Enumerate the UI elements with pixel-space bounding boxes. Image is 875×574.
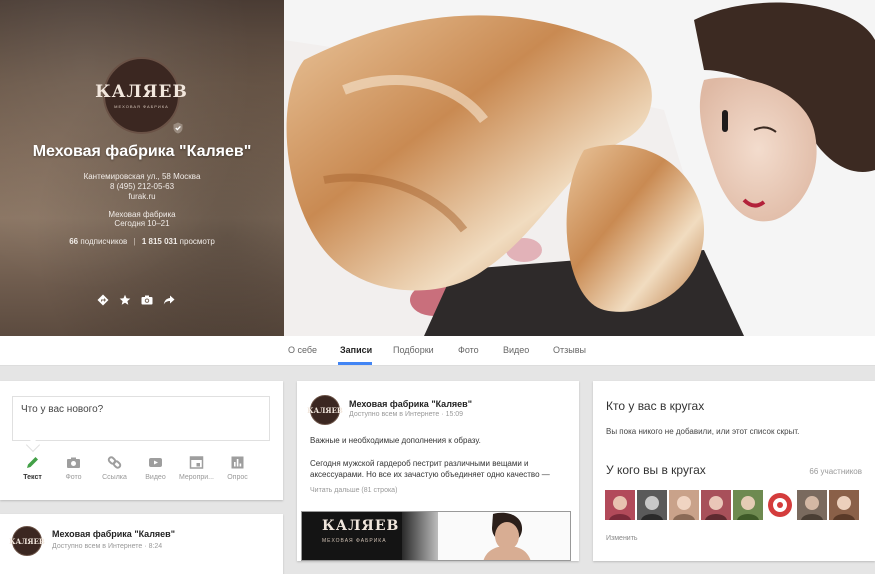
post-card: КАЛЯЕВ Меховая фабрика "Каляев" Доступно… — [0, 514, 283, 574]
avatar-text: КАЛЯЕВ — [9, 536, 45, 546]
avatar[interactable] — [605, 490, 635, 520]
post-image-photo — [438, 512, 570, 560]
profile-hours: Сегодня 10–21 — [114, 219, 170, 228]
pencil-icon — [27, 457, 38, 468]
tool-link[interactable]: Ссылка — [94, 455, 135, 481]
tool-event-label: Меропри... — [178, 474, 215, 481]
views-count: 1 815 031 — [141, 237, 178, 246]
views-label: просмотр — [179, 237, 215, 246]
post-image[interactable]: КАЛЯЕВ МЕХОВАЯ ФАБРИКА — [301, 511, 571, 561]
profile-logo[interactable]: КАЛЯЕВ МЕХОВАЯ ФАБРИКА — [95, 57, 187, 134]
post-image-person — [483, 512, 531, 560]
post-paragraph: Важные и необходимые дополнения к образу… — [310, 436, 481, 445]
composer-tools: Текст Фото Ссылка Видео Меропри... Опрос — [12, 455, 258, 481]
verified-icon — [173, 122, 183, 134]
post-avatar[interactable]: КАЛЯЕВ — [307, 395, 343, 425]
poll-icon — [231, 456, 244, 469]
post-dot: · — [441, 411, 444, 418]
post-image-logo-panel: КАЛЯЕВ МЕХОВАЯ ФАБРИКА — [302, 512, 438, 560]
in-circles-text: Вы пока никого не добавили, или этот спи… — [606, 427, 800, 436]
in-circles-title: Кто у вас в кругах — [606, 399, 705, 413]
followers-count[interactable]: 66 — [69, 237, 78, 246]
tab-photos[interactable]: Фото — [458, 345, 479, 355]
profile-tabs: О себе Записи Подборки Фото Видео Отзывы — [0, 336, 875, 366]
tool-text-label: Текст — [23, 474, 42, 481]
profile-stats: 66 подписчиков | 1 815 031 просмотр — [0, 237, 284, 246]
tool-link-label: Ссылка — [102, 474, 127, 481]
post-image-logo: КАЛЯЕВ — [322, 518, 400, 534]
camera-icon — [67, 457, 80, 468]
profile-pane: КАЛЯЕВ МЕХОВАЯ ФАБРИКА Меховая фабрика "… — [0, 0, 284, 336]
followers-label[interactable]: подписчиков — [80, 237, 127, 246]
share-icon[interactable] — [163, 293, 175, 305]
avatar[interactable] — [701, 490, 731, 520]
link-icon — [107, 456, 122, 469]
active-tab-indicator — [338, 362, 372, 365]
tool-video[interactable]: Видео — [135, 455, 176, 481]
profile-actions — [97, 293, 175, 306]
circle-faces — [605, 490, 859, 520]
have-you-count[interactable]: 66 участников — [809, 467, 862, 476]
tool-video-label: Видео — [145, 474, 166, 481]
post-composer: Что у вас нового? Текст Фото Ссылка Виде… — [0, 381, 283, 500]
post-meta: Доступно всем в Интернете · 15:09 — [349, 411, 463, 418]
tab-about[interactable]: О себе — [288, 345, 317, 355]
profile-website[interactable]: furak.ru — [0, 192, 284, 202]
post-author[interactable]: Меховая фабрика "Каляев" — [349, 399, 472, 409]
tool-text[interactable]: Текст — [12, 455, 53, 481]
post-card: КАЛЯЕВ Меховая фабрика "Каляев" Доступно… — [297, 381, 579, 561]
avatar[interactable] — [765, 490, 795, 520]
cover: КАЛЯЕВ МЕХОВАЯ ФАБРИКА Меховая фабрика "… — [0, 0, 875, 336]
profile-address[interactable]: Кантемировская ул., 58 Москва — [0, 172, 284, 182]
avatar[interactable] — [669, 490, 699, 520]
cover-photo-illustration — [284, 0, 875, 336]
post-image-shade — [402, 512, 438, 560]
have-you-title[interactable]: У кого вы в кругах — [606, 463, 706, 477]
tool-event[interactable]: Меропри... — [176, 455, 217, 481]
avatar[interactable] — [733, 490, 763, 520]
tool-photo-label: Фото — [65, 474, 82, 481]
avatar[interactable] — [637, 490, 667, 520]
tab-posts[interactable]: Записи — [340, 345, 372, 355]
post-avatar[interactable]: КАЛЯЕВ — [9, 526, 45, 556]
circles-card: Кто у вас в кругах Вы пока никого не доб… — [593, 381, 875, 561]
star-icon[interactable] — [119, 293, 131, 305]
post-visibility: Доступно всем в Интернете — [349, 411, 440, 418]
logo-text: КАЛЯЕВ — [95, 82, 188, 102]
logo-subtitle: МЕХОВАЯ ФАБРИКА — [114, 104, 169, 109]
composer-input[interactable]: Что у вас нового? — [12, 396, 270, 441]
post-author[interactable]: Меховая фабрика "Каляев" — [52, 529, 175, 539]
tool-poll-label: Опрос — [227, 474, 248, 481]
avatar-text: КАЛЯЕВ — [307, 405, 343, 415]
cover-photo[interactable] — [284, 0, 875, 336]
read-more-link[interactable]: Читать дальше (81 строка) — [310, 485, 566, 496]
tool-photo[interactable]: Фото — [53, 455, 94, 481]
post-image-logo-sub: МЕХОВАЯ ФАБРИКА — [322, 538, 387, 544]
avatar[interactable] — [797, 490, 827, 520]
profile-name: Меховая фабрика "Каляев" — [32, 143, 252, 160]
post-time[interactable]: 15:09 — [446, 411, 464, 418]
video-icon — [149, 458, 162, 467]
post-paragraph: Сегодня мужской гардероб пестрит различн… — [310, 459, 550, 479]
edit-circles-link[interactable]: Изменить — [606, 535, 638, 542]
tab-reviews[interactable]: Отзывы — [553, 345, 586, 355]
avatar[interactable] — [829, 490, 859, 520]
tab-collections[interactable]: Подборки — [393, 345, 434, 355]
tab-videos[interactable]: Видео — [503, 345, 529, 355]
event-icon — [189, 456, 204, 469]
camera-icon[interactable] — [141, 293, 153, 305]
stats-separator: | — [133, 237, 136, 246]
profile-phone: 8 (495) 212-05-63 — [109, 182, 175, 191]
directions-icon[interactable] — [97, 293, 109, 306]
tool-poll[interactable]: Опрос — [217, 455, 258, 481]
